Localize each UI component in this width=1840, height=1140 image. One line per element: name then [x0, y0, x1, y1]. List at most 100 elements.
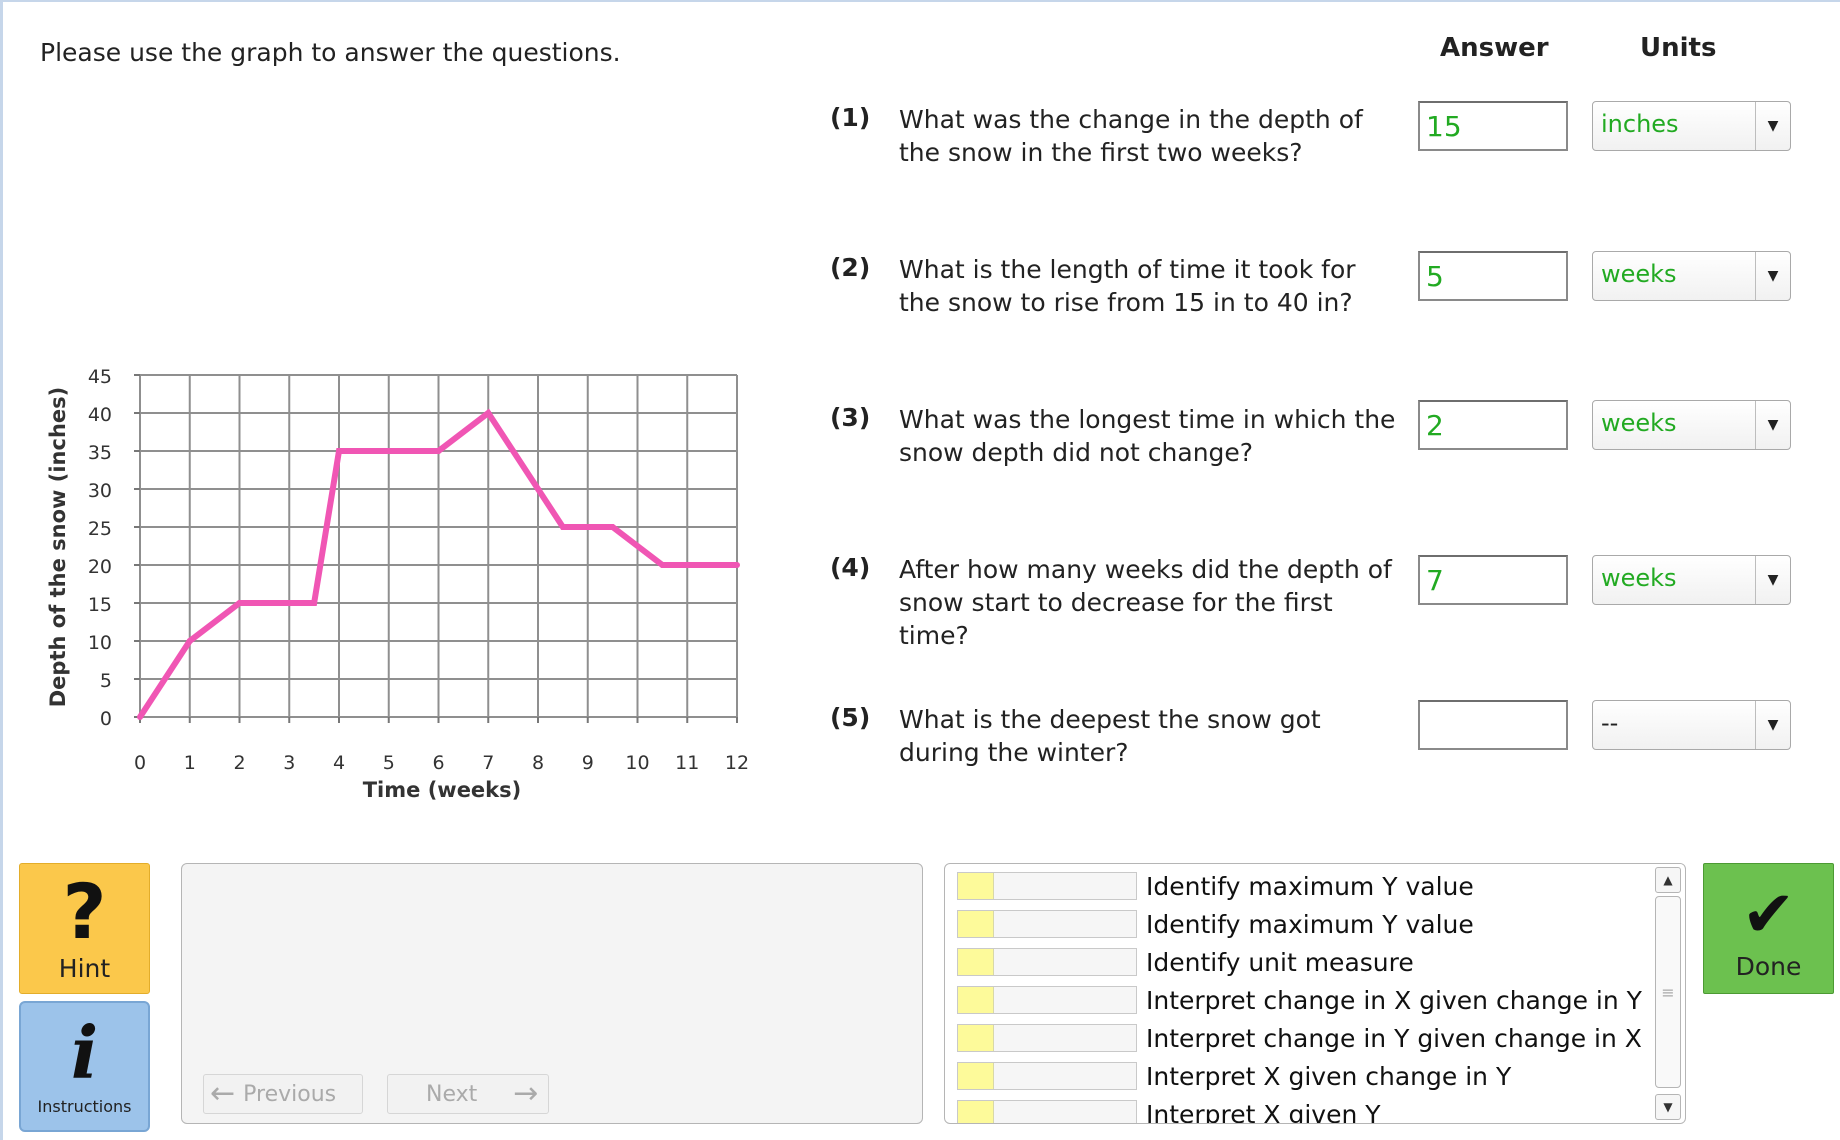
- units-column-header: Units: [1640, 33, 1717, 63]
- unit-select-1[interactable]: inches ▼: [1592, 101, 1791, 151]
- instructions-label: Instructions: [37, 1097, 132, 1116]
- question-mark-icon: ?: [62, 867, 107, 956]
- hint-label: Hint: [58, 954, 111, 983]
- done-button[interactable]: ✔ Done: [1703, 863, 1834, 994]
- skill-progress-fill: [958, 1063, 994, 1089]
- skill-row: Identify maximum Y value: [957, 864, 1637, 902]
- scroll-down-arrow-icon[interactable]: ▼: [1655, 1094, 1681, 1120]
- scroll-up-arrow-icon[interactable]: ▲: [1655, 867, 1681, 893]
- question-text: What was the longest time in which the s…: [899, 405, 1396, 467]
- data-point: [336, 448, 342, 454]
- answer-input-1[interactable]: [1418, 101, 1568, 151]
- unit-select-3[interactable]: weeks ▼: [1592, 400, 1791, 450]
- data-point: [137, 714, 143, 720]
- skill-progress-bar: [957, 1100, 1137, 1123]
- previous-label: Previous: [243, 1081, 337, 1107]
- previous-button[interactable]: ← Previous: [203, 1074, 363, 1114]
- x-tick-label: 11: [675, 752, 699, 774]
- y-tick-label: 15: [88, 594, 112, 616]
- done-label: Done: [1735, 952, 1802, 981]
- skill-label: Interpret X given Y: [1146, 1100, 1381, 1124]
- question-number: (1): [830, 103, 871, 132]
- scroll-thumb[interactable]: ≡: [1655, 896, 1681, 1088]
- unit-select-value: inches: [1601, 110, 1679, 138]
- skill-row: Identify unit measure: [957, 940, 1637, 978]
- skills-scrollbar[interactable]: ▲ ≡ ▼: [1652, 864, 1684, 1123]
- skill-progress-bar: [957, 1024, 1137, 1052]
- data-point: [609, 524, 616, 530]
- data-point: [535, 486, 541, 492]
- frame-top-border: [0, 0, 1840, 2]
- chart-axes: [134, 374, 738, 723]
- skill-label: Interpret X given change in Y: [1146, 1062, 1512, 1091]
- skill-row: Identify maximum Y value: [957, 902, 1637, 940]
- answer-input-2[interactable]: [1418, 251, 1568, 301]
- y-tick-label: 25: [88, 518, 112, 540]
- arrow-right-icon: →: [513, 1076, 539, 1111]
- skill-label: Interpret change in Y given change in X: [1146, 1024, 1642, 1053]
- dropdown-arrow-icon[interactable]: ▼: [1755, 102, 1790, 150]
- x-tick-label: 0: [134, 752, 146, 774]
- y-axis-label: Depth of the snow (inches): [46, 387, 70, 708]
- skill-progress-bar: [957, 872, 1137, 900]
- answer-input-4[interactable]: [1418, 555, 1568, 605]
- x-tick-labels: 0 1 2 3 4 5 6 7 8 9 10 11 12: [134, 752, 749, 774]
- x-tick-label: 12: [725, 752, 749, 774]
- y-tick-label: 5: [100, 670, 112, 692]
- unit-select-value: --: [1601, 709, 1619, 737]
- skill-label: Interpret change in X given change in Y: [1146, 986, 1642, 1015]
- unit-select-value: weeks: [1601, 260, 1677, 288]
- x-tick-label: 7: [482, 752, 494, 774]
- question-number: (3): [830, 403, 871, 432]
- y-tick-labels: 0 5 10 15 20 25 30 35 40 45: [88, 366, 112, 730]
- skill-progress-bar: [957, 1062, 1137, 1090]
- hint-panel: ← Previous Next →: [181, 863, 923, 1124]
- dropdown-arrow-icon[interactable]: ▼: [1755, 401, 1790, 449]
- answer-input-5[interactable]: [1418, 700, 1568, 750]
- x-axis-label: Time (weeks): [363, 778, 522, 802]
- data-point: [435, 448, 442, 454]
- question-text: What was the change in the depth of the …: [899, 105, 1363, 167]
- data-point: [734, 562, 740, 568]
- skill-progress-bar: [957, 948, 1137, 976]
- unit-select-value: weeks: [1601, 564, 1677, 592]
- checkmark-icon: ✔: [1741, 878, 1796, 952]
- unit-select-5[interactable]: -- ▼: [1592, 700, 1791, 750]
- data-point: [485, 410, 492, 416]
- data-point: [311, 600, 318, 606]
- unit-select-value: weeks: [1601, 409, 1677, 437]
- arrow-left-icon: ←: [210, 1076, 236, 1111]
- x-tick-label: 10: [625, 752, 649, 774]
- question-text: What is the length of time it took for t…: [899, 255, 1356, 317]
- skill-progress-fill: [958, 911, 994, 937]
- skill-label: Identify maximum Y value: [1146, 872, 1474, 901]
- question-number: (5): [830, 703, 871, 732]
- instructions-button[interactable]: i Instructions: [19, 1001, 150, 1132]
- y-tick-label: 35: [88, 442, 112, 464]
- instructions-text: Please use the graph to answer the quest…: [40, 38, 621, 67]
- data-point: [236, 600, 243, 606]
- dropdown-arrow-icon[interactable]: ▼: [1755, 701, 1790, 749]
- x-tick-label: 1: [184, 752, 196, 774]
- y-tick-label: 10: [88, 632, 112, 654]
- skill-row: Interpret change in Y given change in X: [957, 1016, 1642, 1054]
- next-button[interactable]: Next →: [387, 1074, 549, 1114]
- x-tick-label: 8: [532, 752, 544, 774]
- snow-depth-chart: 051015202530354045 0 1 2 3 4 5 6 7 8 9 10 11 12 Time…: [46, 366, 749, 802]
- y-tick-label: 45: [88, 366, 112, 388]
- chart-grid: [139, 374, 738, 718]
- question-number: (2): [830, 253, 871, 282]
- skill-progress-bar: [957, 986, 1137, 1014]
- unit-select-2[interactable]: weeks ▼: [1592, 251, 1791, 301]
- skill-progress-fill: [958, 1101, 994, 1123]
- y-tick-label: 0: [100, 708, 112, 730]
- skill-label: Identify maximum Y value: [1146, 910, 1474, 939]
- skill-row: Interpret change in X given change in Y: [957, 978, 1642, 1016]
- question-text: What is the deepest the snow got during …: [899, 705, 1321, 767]
- answer-input-3[interactable]: [1418, 400, 1568, 450]
- dropdown-arrow-icon[interactable]: ▼: [1755, 252, 1790, 300]
- unit-select-4[interactable]: weeks ▼: [1592, 555, 1791, 605]
- dropdown-arrow-icon[interactable]: ▼: [1755, 556, 1790, 604]
- next-label: Next: [426, 1081, 478, 1107]
- hint-button[interactable]: ? Hint: [19, 863, 150, 994]
